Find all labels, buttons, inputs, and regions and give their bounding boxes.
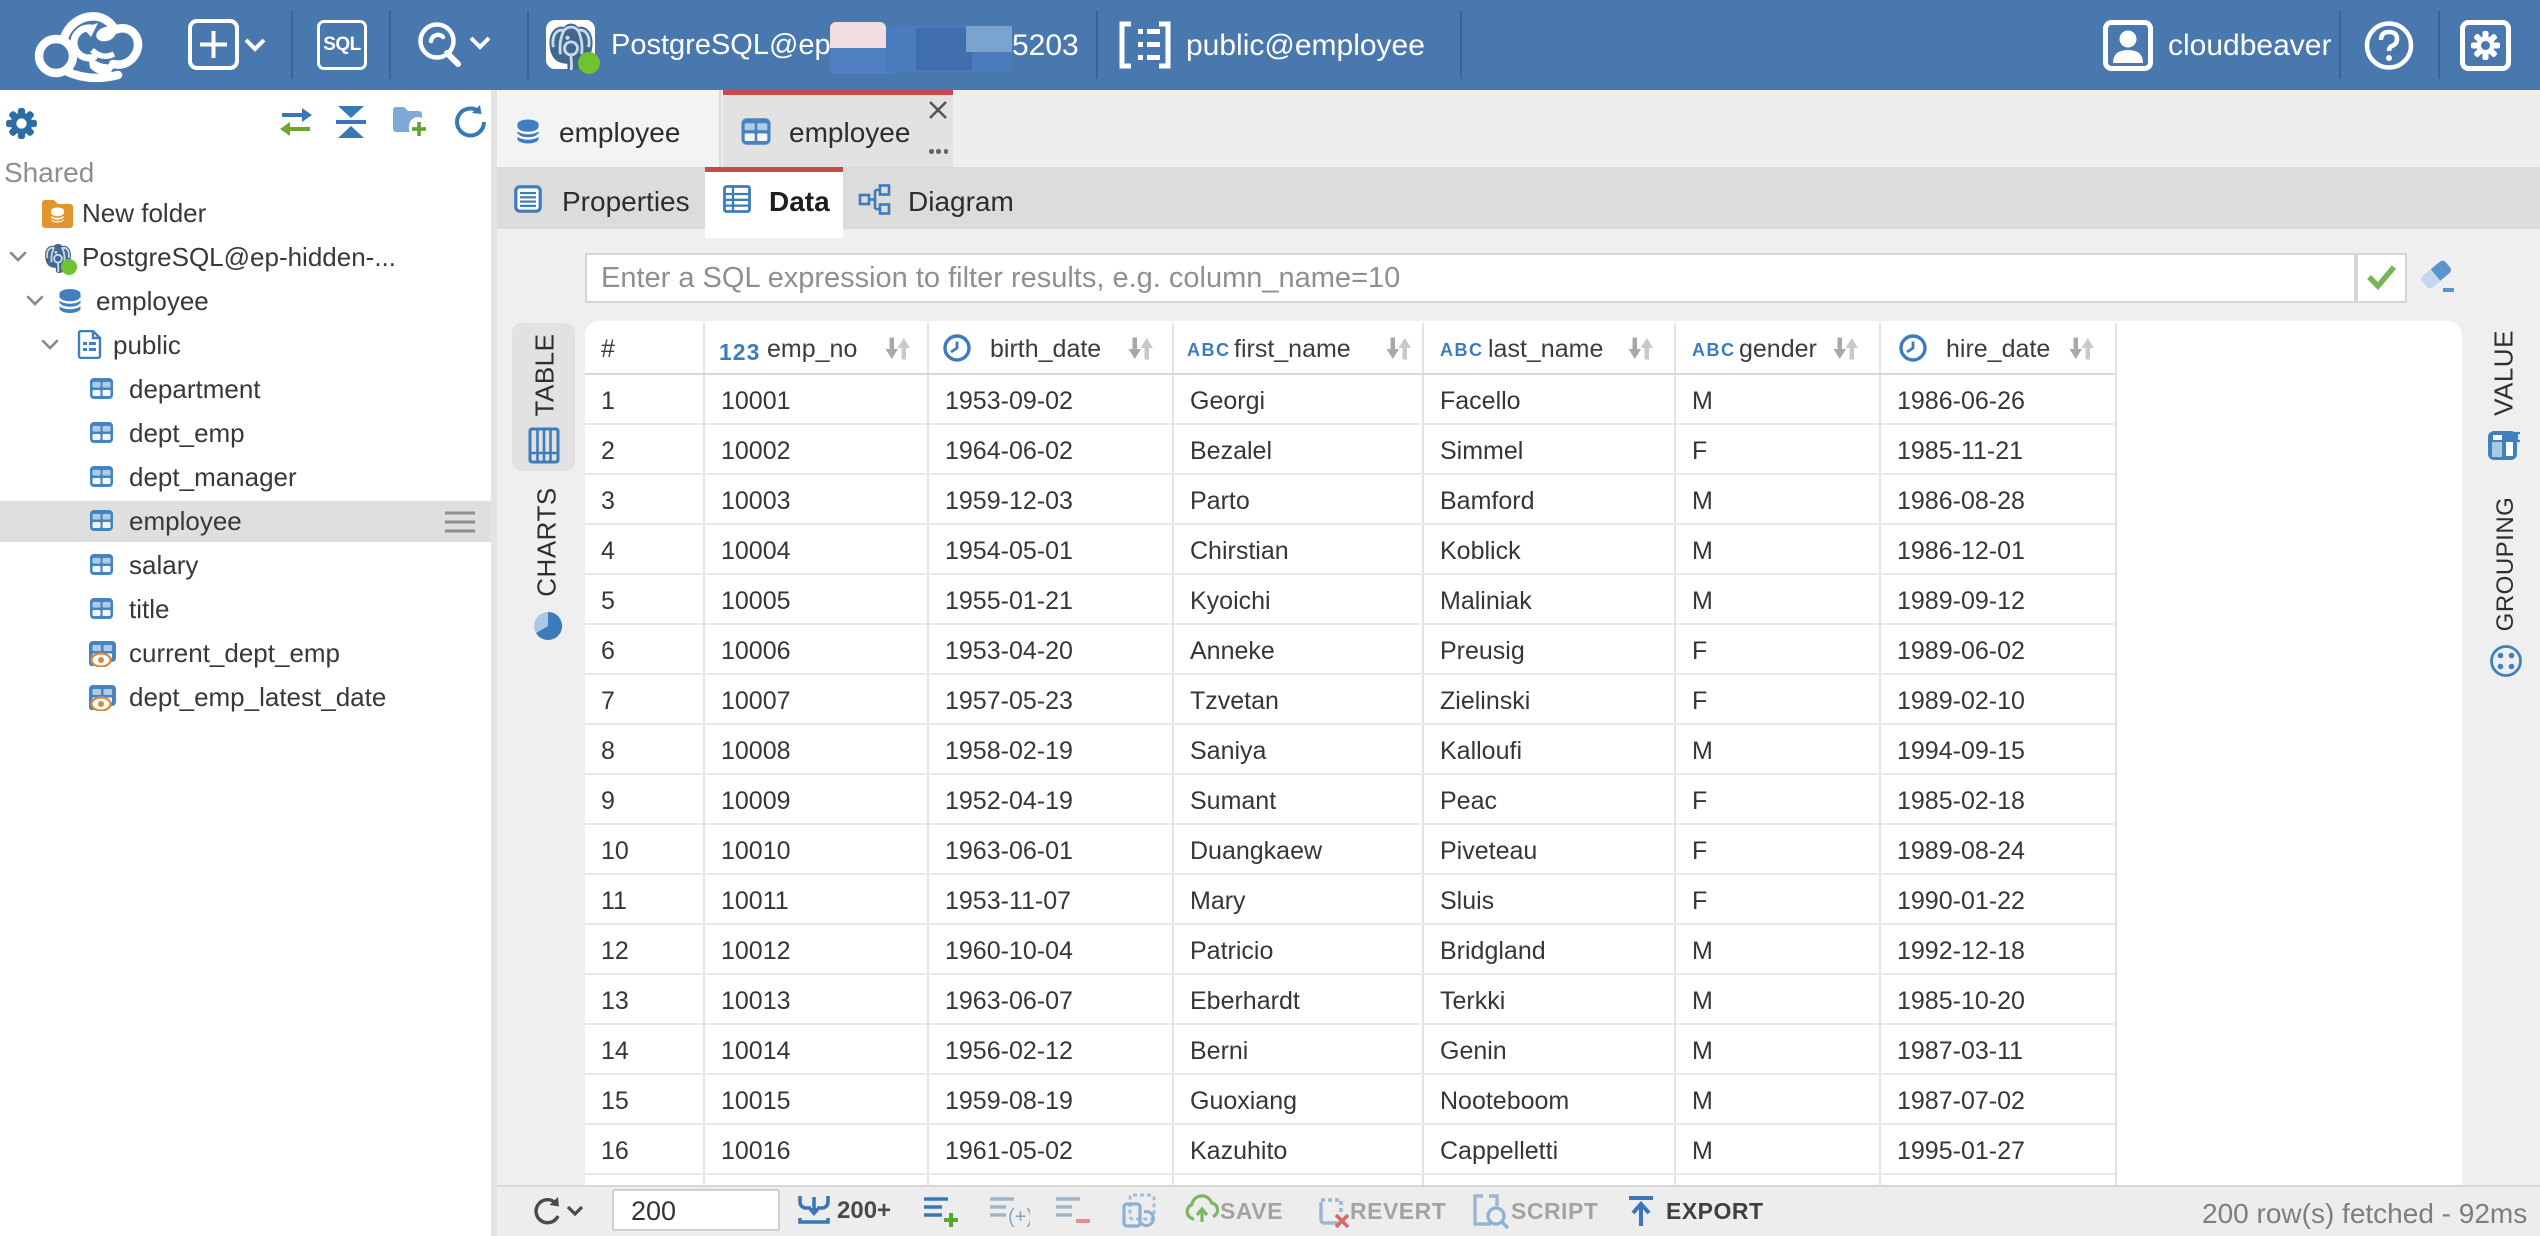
svg-text:(+): (+) bbox=[1008, 1206, 1030, 1228]
